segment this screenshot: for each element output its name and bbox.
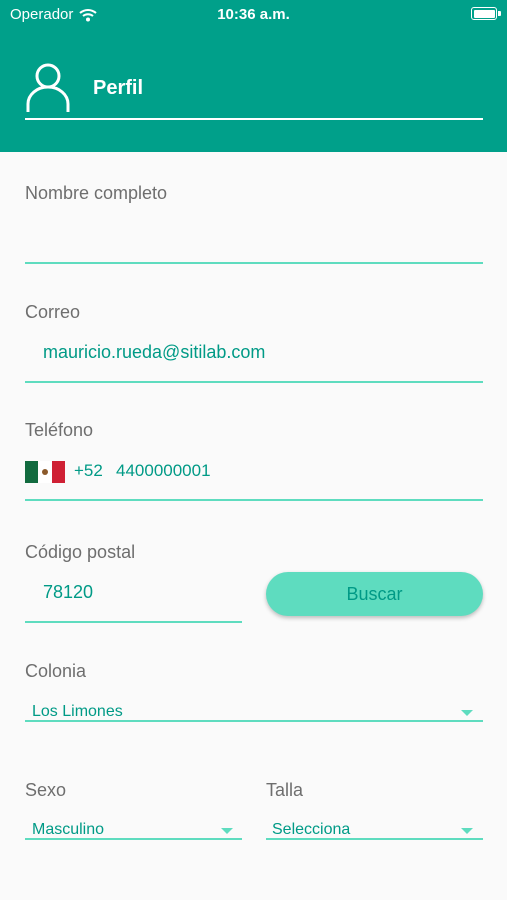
- colonia-chevron-down-icon[interactable]: [461, 710, 473, 716]
- header-divider: [25, 118, 483, 120]
- sexo-label: Sexo: [25, 780, 67, 800]
- talla-select[interactable]: Selecciona: [272, 821, 350, 839]
- telefono-label: Teléfono: [25, 420, 94, 440]
- codigo-postal-field[interactable]: 78120: [43, 582, 93, 603]
- sexo-underline: [25, 838, 242, 840]
- user-icon: [26, 63, 70, 112]
- nombre-underline: [25, 262, 483, 264]
- colonia-underline: [25, 720, 483, 722]
- talla-chevron-down-icon[interactable]: [461, 828, 473, 834]
- app-header: Operador 10:36 a.m. Perfil: [0, 0, 507, 152]
- email-field[interactable]: mauricio.rueda@sitilab.com: [43, 342, 265, 363]
- buscar-button[interactable]: Buscar: [266, 572, 483, 616]
- profile-header: Perfil: [25, 60, 143, 116]
- phone-underline: [25, 499, 483, 501]
- email-underline: [25, 381, 483, 383]
- page-title: Perfil: [93, 76, 144, 99]
- country-code[interactable]: +52: [74, 461, 103, 481]
- correo-label: Correo: [25, 302, 81, 322]
- codigo-postal-underline: [25, 621, 242, 623]
- codigo-postal-label: Código postal: [25, 542, 136, 562]
- mexico-flag-icon[interactable]: [25, 461, 65, 483]
- sexo-select[interactable]: Masculino: [32, 821, 104, 839]
- talla-label: Talla: [266, 780, 304, 800]
- sexo-chevron-down-icon[interactable]: [221, 828, 233, 834]
- talla-underline: [266, 838, 483, 840]
- status-bar: Operador 10:36 a.m.: [0, 0, 507, 30]
- nombre-label: Nombre completo: [25, 183, 168, 203]
- status-time: 10:36 a.m.: [217, 6, 290, 23]
- battery-cap: [498, 11, 501, 16]
- colonia-label: Colonia: [25, 661, 87, 681]
- battery-icon: [471, 7, 497, 20]
- phone-field[interactable]: 4400000001: [116, 461, 211, 481]
- colonia-select[interactable]: Los Limones: [32, 703, 123, 721]
